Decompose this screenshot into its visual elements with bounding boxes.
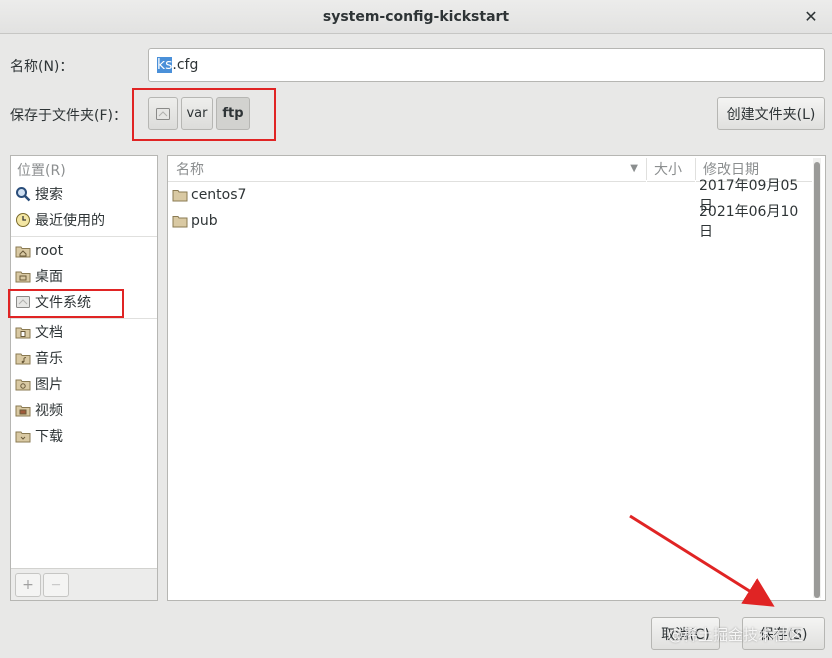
annotation-arrow (629, 514, 775, 607)
watermark: @稀土掘金技术社区 (668, 626, 804, 644)
